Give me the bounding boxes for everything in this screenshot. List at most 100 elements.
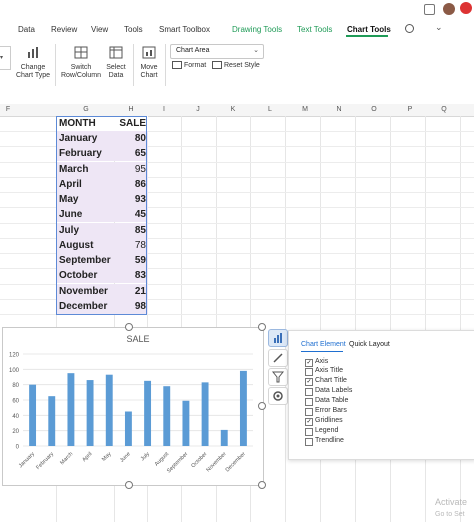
x-tick-label: October [190, 451, 208, 469]
column-header[interactable]: L [264, 106, 276, 113]
tab-data[interactable]: Data [18, 25, 35, 34]
column-header[interactable]: J [192, 106, 204, 113]
checkbox[interactable] [305, 388, 313, 396]
bar [48, 396, 56, 446]
ribbon-dropdown-stub[interactable]: ▾ [0, 46, 11, 70]
chevron-down-icon: ⌄ [253, 47, 259, 54]
column-header[interactable]: Q [438, 106, 450, 113]
checkbox[interactable] [305, 438, 313, 446]
x-tick-label: March [59, 451, 74, 466]
switch-row-column-button[interactable]: Switch Row/Column [60, 46, 102, 80]
select-data-button[interactable]: Select Data [104, 46, 128, 80]
chart-filter-icon [271, 371, 285, 383]
ribbon-tabs: Data Review View Tools Smart Toolbox Dra… [0, 20, 474, 39]
resize-handle[interactable] [258, 402, 266, 410]
switch-row-column-label: Switch Row/Column [60, 64, 102, 79]
tab-tools[interactable]: Tools [124, 25, 143, 34]
resize-handle[interactable] [125, 323, 133, 331]
column-header[interactable]: P [404, 106, 416, 113]
avatar[interactable] [443, 3, 455, 15]
tab-chart-tools[interactable]: Chart Tools [347, 25, 391, 34]
move-chart-button[interactable]: Move Chart [137, 46, 161, 80]
activation-watermark: Activate [435, 497, 468, 507]
bar-chart[interactable]: SALE 0 20 40 60 80 100 120 January February March A… [3, 328, 263, 485]
reset-style-button[interactable]: Reset Style [212, 61, 260, 69]
column-header[interactable]: O [368, 106, 380, 113]
change-chart-type-button[interactable]: Change Chart Type [15, 46, 51, 80]
chart-settings-icon [273, 391, 283, 401]
tab-smart-toolbox[interactable]: Smart Toolbox [159, 25, 210, 34]
active-tab-indicator [346, 35, 388, 37]
chart-elements-icon [274, 333, 282, 343]
checkbox[interactable]: ✓ [305, 418, 313, 426]
checkbox[interactable] [305, 428, 313, 436]
column-header[interactable]: H [125, 106, 137, 113]
y-tick-label: 60 [12, 399, 19, 405]
format-label: Format [184, 61, 207, 69]
chart-element-select[interactable]: Chart Area ⌄ [170, 44, 264, 59]
column-header[interactable]: I [158, 106, 170, 113]
y-tick-label: 0 [16, 445, 20, 451]
table-selection-border [56, 116, 147, 315]
bar [105, 374, 113, 446]
y-tick-label: 100 [9, 368, 20, 374]
x-tick-label: September [166, 451, 189, 474]
activation-watermark-sub: Go to Set [435, 511, 465, 518]
column-header[interactable]: G [80, 106, 92, 113]
chart-settings-button[interactable] [268, 387, 288, 405]
resize-handle[interactable] [258, 323, 266, 331]
x-tick-label: December [225, 451, 247, 473]
bar [124, 411, 132, 446]
popup-tab-quick-layout[interactable]: Quick Layout [349, 341, 390, 348]
switch-row-column-icon [74, 46, 88, 59]
ribbon-separator [133, 44, 134, 86]
chart-filter-button[interactable] [268, 368, 288, 386]
x-tick-label: August [154, 451, 171, 468]
window-status-icon[interactable] [424, 4, 435, 15]
chart-element-select-value: Chart Area [176, 47, 210, 54]
column-header[interactable]: N [333, 106, 345, 113]
column-header[interactable]: K [227, 106, 239, 113]
checkbox[interactable] [305, 408, 313, 416]
bar [182, 400, 190, 446]
tab-text-tools[interactable]: Text Tools [297, 25, 332, 34]
popup-tab-underline [301, 351, 343, 352]
y-tick-label: 80 [12, 383, 19, 389]
checkbox[interactable]: ✓ [305, 378, 313, 386]
bar [144, 380, 152, 446]
column-header[interactable]: M [299, 106, 311, 113]
more-icon[interactable] [460, 2, 472, 14]
resize-handle[interactable] [258, 481, 266, 489]
chart-frame[interactable]: SALE 0 20 40 60 80 100 120 January February March A… [2, 327, 264, 486]
tab-review[interactable]: Review [51, 25, 77, 34]
resize-handle[interactable] [125, 481, 133, 489]
select-data-label: Select Data [106, 64, 126, 79]
bar [163, 386, 171, 446]
chart-title: SALE [126, 334, 149, 344]
chart-style-button[interactable] [268, 349, 288, 367]
y-tick-label: 40 [12, 414, 19, 420]
bar [86, 380, 94, 446]
change-chart-type-icon [28, 47, 38, 58]
tab-drawing-tools[interactable]: Drawing Tools [232, 25, 282, 34]
checkbox[interactable] [305, 398, 313, 406]
bar [239, 370, 247, 446]
column-header[interactable]: F [2, 106, 14, 113]
popup-tab-chart-element[interactable]: Chart Element [301, 341, 346, 348]
search-icon[interactable] [405, 24, 414, 33]
format-button[interactable]: Format [172, 61, 206, 69]
checkbox[interactable]: ✓ [305, 359, 313, 367]
chart-elements-button[interactable] [268, 329, 288, 347]
x-tick-label: February [35, 451, 55, 471]
chart-element-popup: Chart Element Quick Layout ✓ Axis Axis Ti… [288, 330, 474, 460]
move-chart-label: Move Chart [140, 64, 158, 79]
tab-view[interactable]: View [91, 25, 108, 34]
change-chart-type-label: Change Chart Type [15, 64, 51, 79]
chevron-down-icon[interactable]: ⌄ [435, 22, 443, 33]
move-chart-icon [142, 46, 156, 59]
ribbon-separator [55, 44, 56, 86]
format-icon [172, 61, 182, 69]
checkbox[interactable] [305, 368, 313, 376]
ribbon-separator [165, 44, 166, 86]
x-tick-label: May [101, 451, 113, 463]
